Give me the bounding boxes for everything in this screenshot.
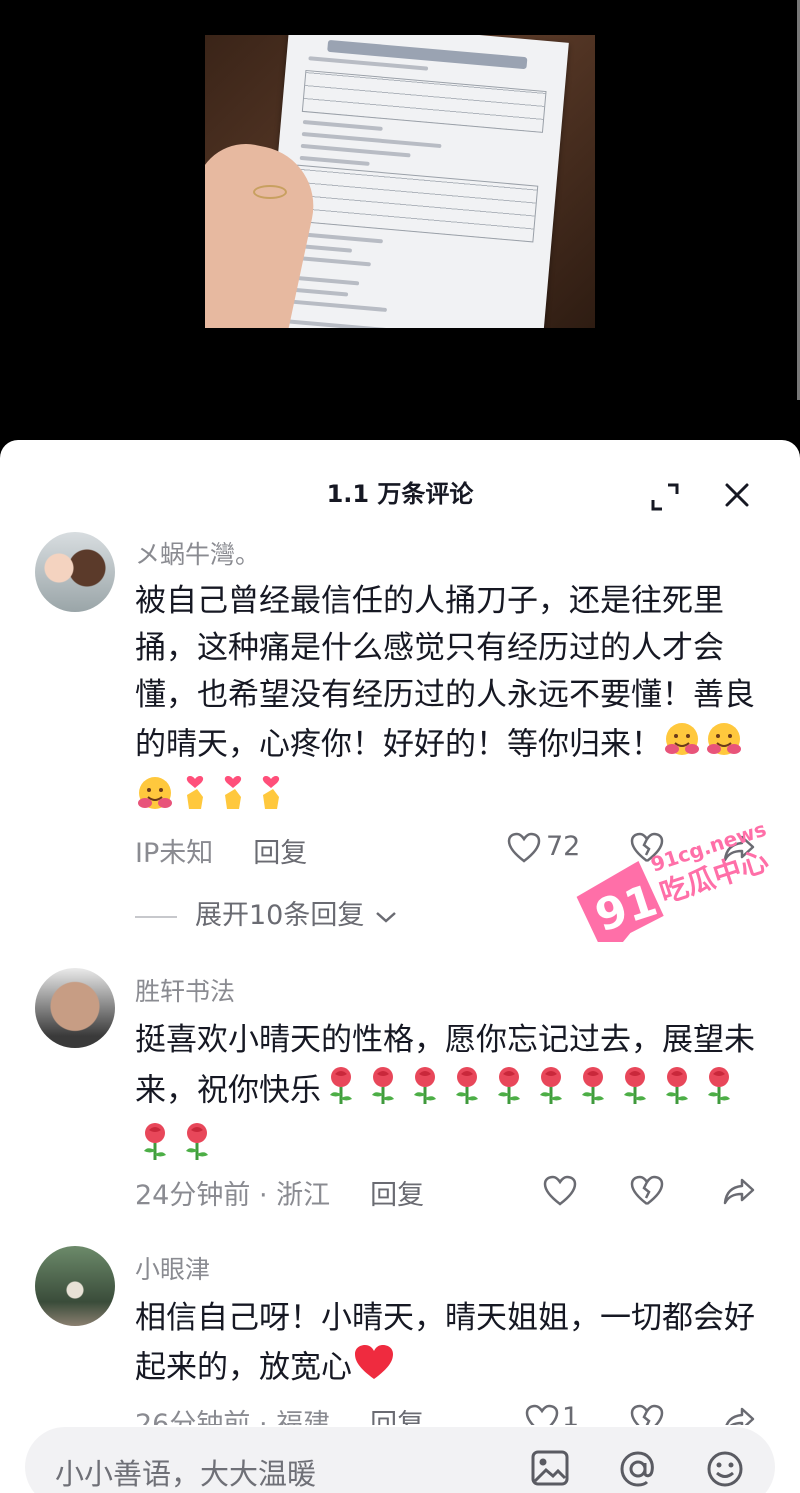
avatar[interactable] — [35, 968, 115, 1048]
close-icon[interactable] — [720, 478, 754, 512]
rose-emoji-icon — [531, 1064, 571, 1120]
comment-username[interactable]: メ蜗牛灣。 — [135, 535, 260, 571]
watermark-logo: 91 91cg.news 吃瓜中心 — [570, 812, 772, 956]
finger-heart-emoji-icon — [177, 773, 213, 827]
mention-icon[interactable] — [618, 1449, 658, 1493]
comment-username[interactable]: 胜轩书法 — [135, 972, 235, 1008]
comment-text: 挺喜欢小晴天的性格，愿你忘记过去，展望未来，祝你快乐 — [135, 1017, 770, 1176]
reply-button[interactable]: 回复 — [370, 1180, 424, 1211]
hug-emoji-icon — [135, 773, 175, 827]
chevron-down-icon — [376, 911, 396, 923]
rose-emoji-icon — [615, 1064, 655, 1120]
rose-emoji-icon — [489, 1064, 529, 1120]
comment-text: 相信自己呀！小晴天，晴天姐姐，一切都会好起来的，放宽心 — [135, 1295, 770, 1396]
report-photo — [205, 35, 595, 328]
rose-emoji-icon — [177, 1120, 217, 1176]
comment-meta: IP未知 回复 — [135, 831, 307, 870]
comment-text: 被自己曾经最信任的人捅刀子，还是往死里捅，这种痛是什么感觉只有经历过的人才会懂，… — [135, 578, 770, 827]
expand-replies-label: 展开10条回复 — [195, 900, 365, 931]
comments-sheet: 1.1 万条评论 メ蜗牛灣。 被自己曾经最信任的人捅刀子，还是往死里捅，这种痛是… — [0, 440, 800, 1493]
comment-input[interactable]: 小小善语，大大温暖 — [25, 1427, 775, 1493]
hug-emoji-icon — [662, 719, 702, 773]
heart-outline-icon[interactable] — [507, 832, 541, 868]
image-icon[interactable] — [530, 1449, 570, 1491]
reply-button[interactable]: 回复 — [253, 838, 307, 869]
rose-emoji-icon — [447, 1064, 487, 1120]
rose-emoji-icon — [405, 1064, 445, 1120]
share-icon[interactable] — [722, 1176, 756, 1210]
rose-emoji-icon — [321, 1064, 361, 1120]
comment-ip: IP未知 — [135, 838, 214, 869]
hug-emoji-icon — [704, 719, 744, 773]
comment-input-placeholder: 小小善语，大大温暖 — [55, 1457, 317, 1491]
dislike-broken-heart-icon[interactable] — [630, 1175, 664, 1211]
expand-icon[interactable] — [648, 480, 682, 514]
rose-emoji-icon — [657, 1064, 697, 1120]
red-heart-emoji-icon — [352, 1342, 396, 1396]
comment-meta: 24分钟前 · 浙江 回复 — [135, 1173, 424, 1212]
avatar[interactable] — [35, 1246, 115, 1326]
finger-heart-emoji-icon — [215, 773, 251, 827]
media-area — [0, 0, 800, 440]
comment-input-bar: 小小善语，大大温暖 — [0, 1425, 800, 1493]
rose-emoji-icon — [363, 1064, 403, 1120]
finger-heart-emoji-icon — [253, 773, 289, 827]
heart-outline-icon[interactable] — [543, 1175, 577, 1211]
comment-body: 相信自己呀！小晴天，晴天姐姐，一切都会好起来的，放宽心 — [135, 1300, 755, 1386]
avatar[interactable] — [35, 532, 115, 612]
ring-image — [253, 185, 287, 199]
rose-emoji-icon — [135, 1120, 175, 1176]
comment-username[interactable]: 小眼津 — [135, 1250, 210, 1286]
rose-emoji-icon — [699, 1064, 739, 1120]
emoji-icon[interactable] — [705, 1449, 745, 1493]
divider-line — [135, 915, 177, 918]
rose-emoji-icon — [573, 1064, 613, 1120]
expand-replies-button[interactable]: 展开10条回复 — [135, 893, 399, 932]
comment-time-location: 24分钟前 · 浙江 — [135, 1180, 331, 1211]
